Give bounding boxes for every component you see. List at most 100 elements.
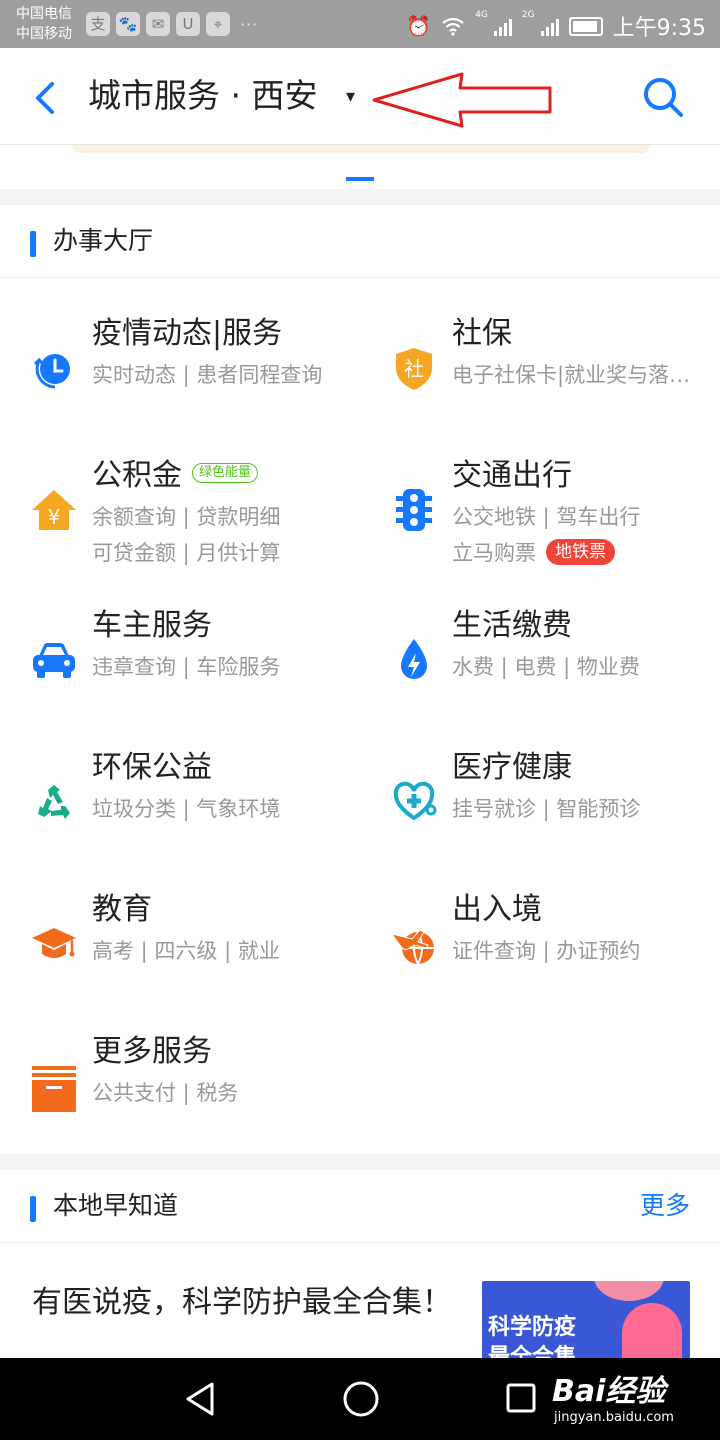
service-subtitle: 垃圾分类 | 气象环境	[92, 797, 281, 821]
service-car-owner[interactable]: 车主服务 违章查询 | 车险服务	[30, 604, 360, 704]
section-divider	[0, 189, 720, 205]
network-type-2: 2G	[521, 10, 535, 20]
message-icon: ✉	[146, 12, 170, 36]
service-utility-payment[interactable]: 生活缴费 水费 | 电费 | 物业费	[390, 604, 710, 704]
car-icon	[33, 643, 75, 678]
service-name: 教育	[92, 892, 152, 927]
battery-icon	[568, 16, 603, 36]
nav-back-icon[interactable]	[182, 1380, 218, 1418]
search-icon[interactable]	[640, 74, 686, 120]
service-immigration[interactable]: 出入境 证件查询 | 办证预约	[390, 888, 710, 988]
thumbnail-line-2: 最全合集	[488, 1345, 577, 1358]
news-item[interactable]: 有医说疫，科学防护最全合集！ 科学防疫 最全合集	[0, 1243, 720, 1358]
carrier-2: 中国移动	[16, 26, 72, 42]
news-title[interactable]: 有医说疫，科学防护最全合集！	[32, 1281, 452, 1325]
status-bar: 中国电信 中国移动 支 🐾 ✉ U ⌖ ··· ⏰ 4G 2G 上午9:35	[0, 0, 720, 48]
system-nav-bar: Bai经验 jingyan.baidu.com	[0, 1358, 720, 1440]
box-icon	[32, 1066, 76, 1112]
plane-globe-icon	[390, 929, 434, 965]
service-healthcare[interactable]: 医疗健康 挂号就诊 | 智能预诊	[390, 746, 710, 846]
baidu-jingyan-watermark: Bai经验 jingyan.baidu.com	[552, 1368, 712, 1436]
service-environment[interactable]: 环保公益 垃圾分类 | 气象环境	[30, 746, 360, 846]
service-subtitle: 高考 | 四六级 | 就业	[92, 939, 280, 963]
signal-icon-2	[540, 16, 559, 36]
uc-browser-icon: U	[176, 12, 200, 36]
nav-recent-apps-icon[interactable]	[505, 1382, 537, 1414]
more-notifications-icon: ···	[240, 14, 259, 34]
alipay-icon: 支	[86, 12, 110, 36]
metro-ticket-tag[interactable]: 地铁票	[546, 539, 615, 565]
service-subtitle: 公交地铁 | 驾车出行	[452, 505, 641, 529]
service-education[interactable]: 教育 高考 | 四六级 | 就业	[30, 888, 360, 988]
baidu-icon: 🐾	[116, 12, 140, 36]
service-subtitle: 违章查询 | 车险服务	[92, 655, 281, 679]
red-annotation-arrow	[372, 72, 552, 128]
service-name: 疫情动态|服务	[92, 316, 283, 351]
graduation-cap-icon	[32, 928, 76, 958]
service-name-text: 公积金	[92, 458, 182, 493]
status-right: ⏰ 4G 2G 上午9:35	[406, 10, 706, 42]
service-subtitle: 余额查询 | 贷款明细	[92, 505, 281, 529]
service-name: 交通出行	[452, 458, 572, 493]
signal-icon-1	[493, 16, 512, 36]
thumbnail-text: 科学防疫 最全合集	[488, 1313, 576, 1358]
page-title[interactable]: 城市服务 · 西安	[88, 74, 317, 118]
service-epidemic[interactable]: 疫情动态|服务 实时动态 | 患者同程查询	[30, 312, 360, 412]
shield-label: 社	[404, 357, 424, 381]
traffic-light-icon	[396, 489, 432, 531]
service-subtitle: 证件查询 | 办证预约	[452, 939, 641, 963]
carrier-1: 中国电信	[16, 6, 72, 22]
map-pin-icon: ⌖	[206, 12, 230, 36]
thumbnail-line-1: 科学防疫	[488, 1315, 577, 1340]
alarm-icon: ⏰	[406, 14, 432, 38]
nav-home-icon[interactable]	[342, 1380, 380, 1418]
city-dropdown-caret[interactable]: ▾	[346, 86, 355, 107]
green-energy-tag: 绿色能量	[192, 462, 259, 483]
carousel-indicator	[346, 177, 374, 181]
carrier-labels: 中国电信 中国移动	[16, 4, 72, 44]
news-thumbnail[interactable]: 科学防疫 最全合集	[482, 1281, 690, 1358]
clock-refresh-icon	[33, 354, 70, 389]
service-more[interactable]: 更多服务 公共支付 | 税务	[30, 1030, 360, 1130]
service-name: 车主服务	[92, 608, 212, 643]
stethoscope-heart-icon	[393, 781, 437, 821]
yuan-label: ¥	[48, 505, 61, 529]
local-news-title: 本地早知道	[53, 1191, 179, 1220]
more-link[interactable]: 更多	[640, 1188, 690, 1224]
section-accent-bar	[30, 1196, 36, 1222]
network-type-1: 4G	[475, 10, 488, 20]
house-yuan-icon: ¥	[32, 490, 76, 530]
service-grid: 疫情动态|服务 实时动态 | 患者同程查询 社 社保 电子社保卡|就业奖与落… …	[0, 278, 720, 1154]
back-arrow-icon[interactable]	[24, 72, 64, 120]
service-housing-fund[interactable]: ¥ 公积金 绿色能量 余额查询 | 贷款明细 可贷金额 | 月供计算	[30, 454, 360, 574]
service-name: 公积金 绿色能量	[92, 454, 259, 498]
watermark-brand: Bai经验	[552, 1374, 666, 1409]
service-name: 社保	[452, 316, 512, 351]
service-name: 更多服务	[92, 1034, 212, 1069]
service-name: 出入境	[452, 892, 542, 927]
clock-time: 上午9:35	[612, 16, 706, 41]
banner-area	[0, 145, 720, 189]
service-social-security[interactable]: 社 社保 电子社保卡|就业奖与落…	[390, 312, 710, 412]
watermark-url: jingyan.baidu.com	[554, 1410, 674, 1425]
notification-icons: 支 🐾 ✉ U ⌖ ···	[86, 12, 258, 36]
hall-section-title: 办事大厅	[53, 226, 154, 255]
service-name: 环保公益	[92, 750, 212, 785]
service-transport[interactable]: 交通出行 公交地铁 | 驾车出行 立马购票 地铁票	[390, 454, 710, 574]
cartoon-figure-icon	[622, 1303, 682, 1358]
service-name: 医疗健康	[452, 750, 572, 785]
service-subtitle: 水费 | 电费 | 物业费	[452, 655, 640, 679]
local-news-header: 本地早知道 更多	[0, 1170, 720, 1243]
hall-section-header: 办事大厅	[0, 205, 720, 278]
service-subtitle: 公共支付 | 税务	[92, 1081, 239, 1105]
thumbnail-decoration	[594, 1281, 664, 1301]
service-name: 生活缴费	[452, 608, 572, 643]
social-security-shield-icon: 社	[396, 348, 432, 390]
section-divider	[0, 1154, 720, 1170]
wifi-icon	[442, 17, 464, 36]
banner-card-edge[interactable]	[72, 145, 650, 153]
service-subtitle-2: 立马购票 地铁票	[452, 538, 615, 568]
service-subtitle: 电子社保卡|就业奖与落…	[452, 363, 691, 387]
buy-ticket-label: 立马购票	[452, 541, 536, 565]
section-accent-bar	[30, 231, 36, 257]
